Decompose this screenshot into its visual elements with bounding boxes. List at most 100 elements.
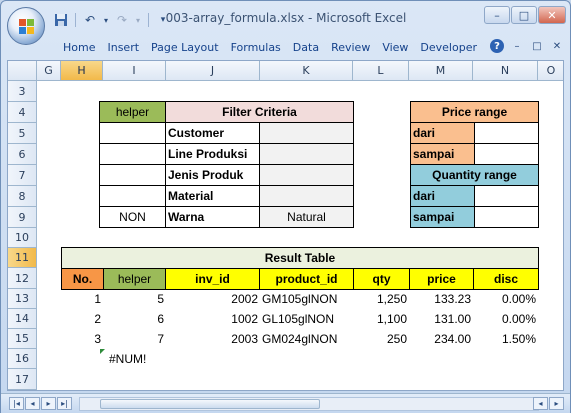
helper-header[interactable]: helper <box>99 101 166 123</box>
quantity-to-value[interactable] <box>474 206 539 228</box>
result-cell-product-id[interactable]: GL105glNON <box>260 309 353 329</box>
criteria-label-jenis-produk[interactable]: Jenis Produk <box>165 164 260 186</box>
horizontal-scrollbar[interactable] <box>79 397 539 411</box>
error-cell[interactable]: #NUM! <box>107 349 187 369</box>
criteria-label-warna[interactable]: Warna <box>165 206 260 228</box>
column-header-i[interactable]: I <box>103 61 166 81</box>
row-header-8[interactable]: 8 <box>8 186 37 207</box>
quantity-from-label[interactable]: dari <box>410 185 475 207</box>
close-button[interactable]: ✕ <box>538 6 566 24</box>
result-cell-disc[interactable]: 0.00% <box>473 309 538 329</box>
result-cell-helper[interactable]: 5 <box>103 289 166 309</box>
result-cell-qty[interactable]: 1,250 <box>353 289 409 309</box>
undo-dropdown-icon[interactable]: ▾ <box>102 12 110 28</box>
minimize-button[interactable]: – <box>484 6 510 24</box>
filter-criteria-header[interactable]: Filter Criteria <box>165 101 354 123</box>
column-header-h[interactable]: H <box>61 61 103 81</box>
workbook-minimize-icon[interactable]: – <box>510 39 524 53</box>
office-button[interactable] <box>7 7 45 45</box>
quantity-range-header[interactable]: Quantity range <box>410 164 539 186</box>
result-cell-qty[interactable]: 1,100 <box>353 309 409 329</box>
row-header-6[interactable]: 6 <box>8 144 37 165</box>
workbook-close-icon[interactable]: ✕ <box>550 39 564 53</box>
result-header-price[interactable]: price <box>409 268 474 290</box>
result-header-helper[interactable]: helper <box>103 268 166 290</box>
criteria-value-line-produksi[interactable] <box>259 143 354 165</box>
row-header-3[interactable]: 3 <box>8 81 37 102</box>
helper-cell[interactable] <box>99 164 166 186</box>
tab-page-layout[interactable]: Page Layout <box>145 38 225 58</box>
criteria-value-material[interactable] <box>259 185 354 207</box>
result-cell-price[interactable]: 131.00 <box>409 309 473 329</box>
row-header-5[interactable]: 5 <box>8 123 37 144</box>
tab-insert[interactable]: Insert <box>101 38 145 58</box>
result-header-no[interactable]: No. <box>61 268 104 290</box>
next-sheet-icon[interactable]: ▸ <box>41 397 56 410</box>
select-all-corner[interactable] <box>8 61 37 81</box>
result-cell-price[interactable]: 133.23 <box>409 289 473 309</box>
row-header-15[interactable]: 15 <box>8 329 37 349</box>
redo-icon[interactable]: ↷ <box>114 12 130 28</box>
tab-home[interactable]: Home <box>57 38 101 58</box>
result-cell-product-id[interactable]: GM024glNON <box>260 329 353 349</box>
column-header-o[interactable]: O <box>538 61 563 81</box>
helper-cell-non[interactable]: NON <box>99 206 166 228</box>
result-cell-helper[interactable]: 6 <box>103 309 166 329</box>
result-cell-inv-id[interactable]: 2003 <box>166 329 260 349</box>
result-header-qty[interactable]: qty <box>353 268 410 290</box>
result-cell-inv-id[interactable]: 2002 <box>166 289 260 309</box>
result-cell-disc[interactable]: 1.50% <box>473 329 538 349</box>
workbook-restore-icon[interactable]: □ <box>530 39 544 53</box>
help-icon[interactable]: ? <box>490 39 504 53</box>
tab-review[interactable]: Review <box>325 38 376 58</box>
column-header-l[interactable]: L <box>353 61 409 81</box>
row-header-10[interactable]: 10 <box>8 228 37 248</box>
price-to-label[interactable]: sampai <box>410 143 475 165</box>
helper-cell[interactable] <box>99 143 166 165</box>
column-header-g[interactable]: G <box>37 61 61 81</box>
price-from-label[interactable]: dari <box>410 122 475 144</box>
tab-data[interactable]: Data <box>287 38 325 58</box>
maximize-button[interactable]: □ <box>511 6 537 24</box>
quantity-from-value[interactable] <box>474 185 539 207</box>
column-header-m[interactable]: M <box>409 61 473 81</box>
column-header-k[interactable]: K <box>260 61 353 81</box>
result-cell-helper[interactable]: 7 <box>103 329 166 349</box>
result-cell-no[interactable]: 1 <box>61 289 103 309</box>
row-header-17[interactable]: 17 <box>8 369 37 390</box>
horizontal-scrollbar-thumb[interactable] <box>100 399 320 409</box>
criteria-value-jenis-produk[interactable] <box>259 164 354 186</box>
criteria-value-warna[interactable]: Natural <box>259 206 354 228</box>
result-table-title[interactable]: Result Table <box>61 247 539 269</box>
price-range-header[interactable]: Price range <box>410 101 539 123</box>
result-cell-no[interactable]: 2 <box>61 309 103 329</box>
first-sheet-icon[interactable]: |◂ <box>9 397 24 410</box>
row-header-4[interactable]: 4 <box>8 102 37 123</box>
undo-icon[interactable]: ↶ <box>82 12 98 28</box>
redo-dropdown-icon[interactable]: ▾ <box>134 12 142 28</box>
criteria-label-customer[interactable]: Customer <box>165 122 260 144</box>
scroll-left-icon[interactable]: ◂ <box>533 397 548 410</box>
row-header-16[interactable]: 16 <box>8 349 37 369</box>
tab-developer[interactable]: Developer <box>414 38 483 58</box>
result-cell-qty[interactable]: 250 <box>353 329 409 349</box>
result-cell-product-id[interactable]: GM105glNON <box>260 289 353 309</box>
row-header-13[interactable]: 13 <box>8 289 37 309</box>
column-header-j[interactable]: J <box>166 61 260 81</box>
criteria-value-customer[interactable] <box>259 122 354 144</box>
worksheet-grid[interactable]: G H I J K L M N O 3 4 5 6 7 8 9 10 11 12… <box>7 60 564 391</box>
last-sheet-icon[interactable]: ▸| <box>57 397 72 410</box>
column-header-n[interactable]: N <box>473 61 538 81</box>
tab-formulas[interactable]: Formulas <box>225 38 287 58</box>
criteria-label-material[interactable]: Material <box>165 185 260 207</box>
helper-cell[interactable] <box>99 185 166 207</box>
row-header-12[interactable]: 12 <box>8 268 37 289</box>
row-header-7[interactable]: 7 <box>8 165 37 186</box>
helper-cell[interactable] <box>99 122 166 144</box>
criteria-label-line-produksi[interactable]: Line Produksi <box>165 143 260 165</box>
result-cell-price[interactable]: 234.00 <box>409 329 473 349</box>
row-header-9[interactable]: 9 <box>8 207 37 228</box>
tab-view[interactable]: View <box>376 38 414 58</box>
previous-sheet-icon[interactable]: ◂ <box>25 397 40 410</box>
quantity-to-label[interactable]: sampai <box>410 206 475 228</box>
